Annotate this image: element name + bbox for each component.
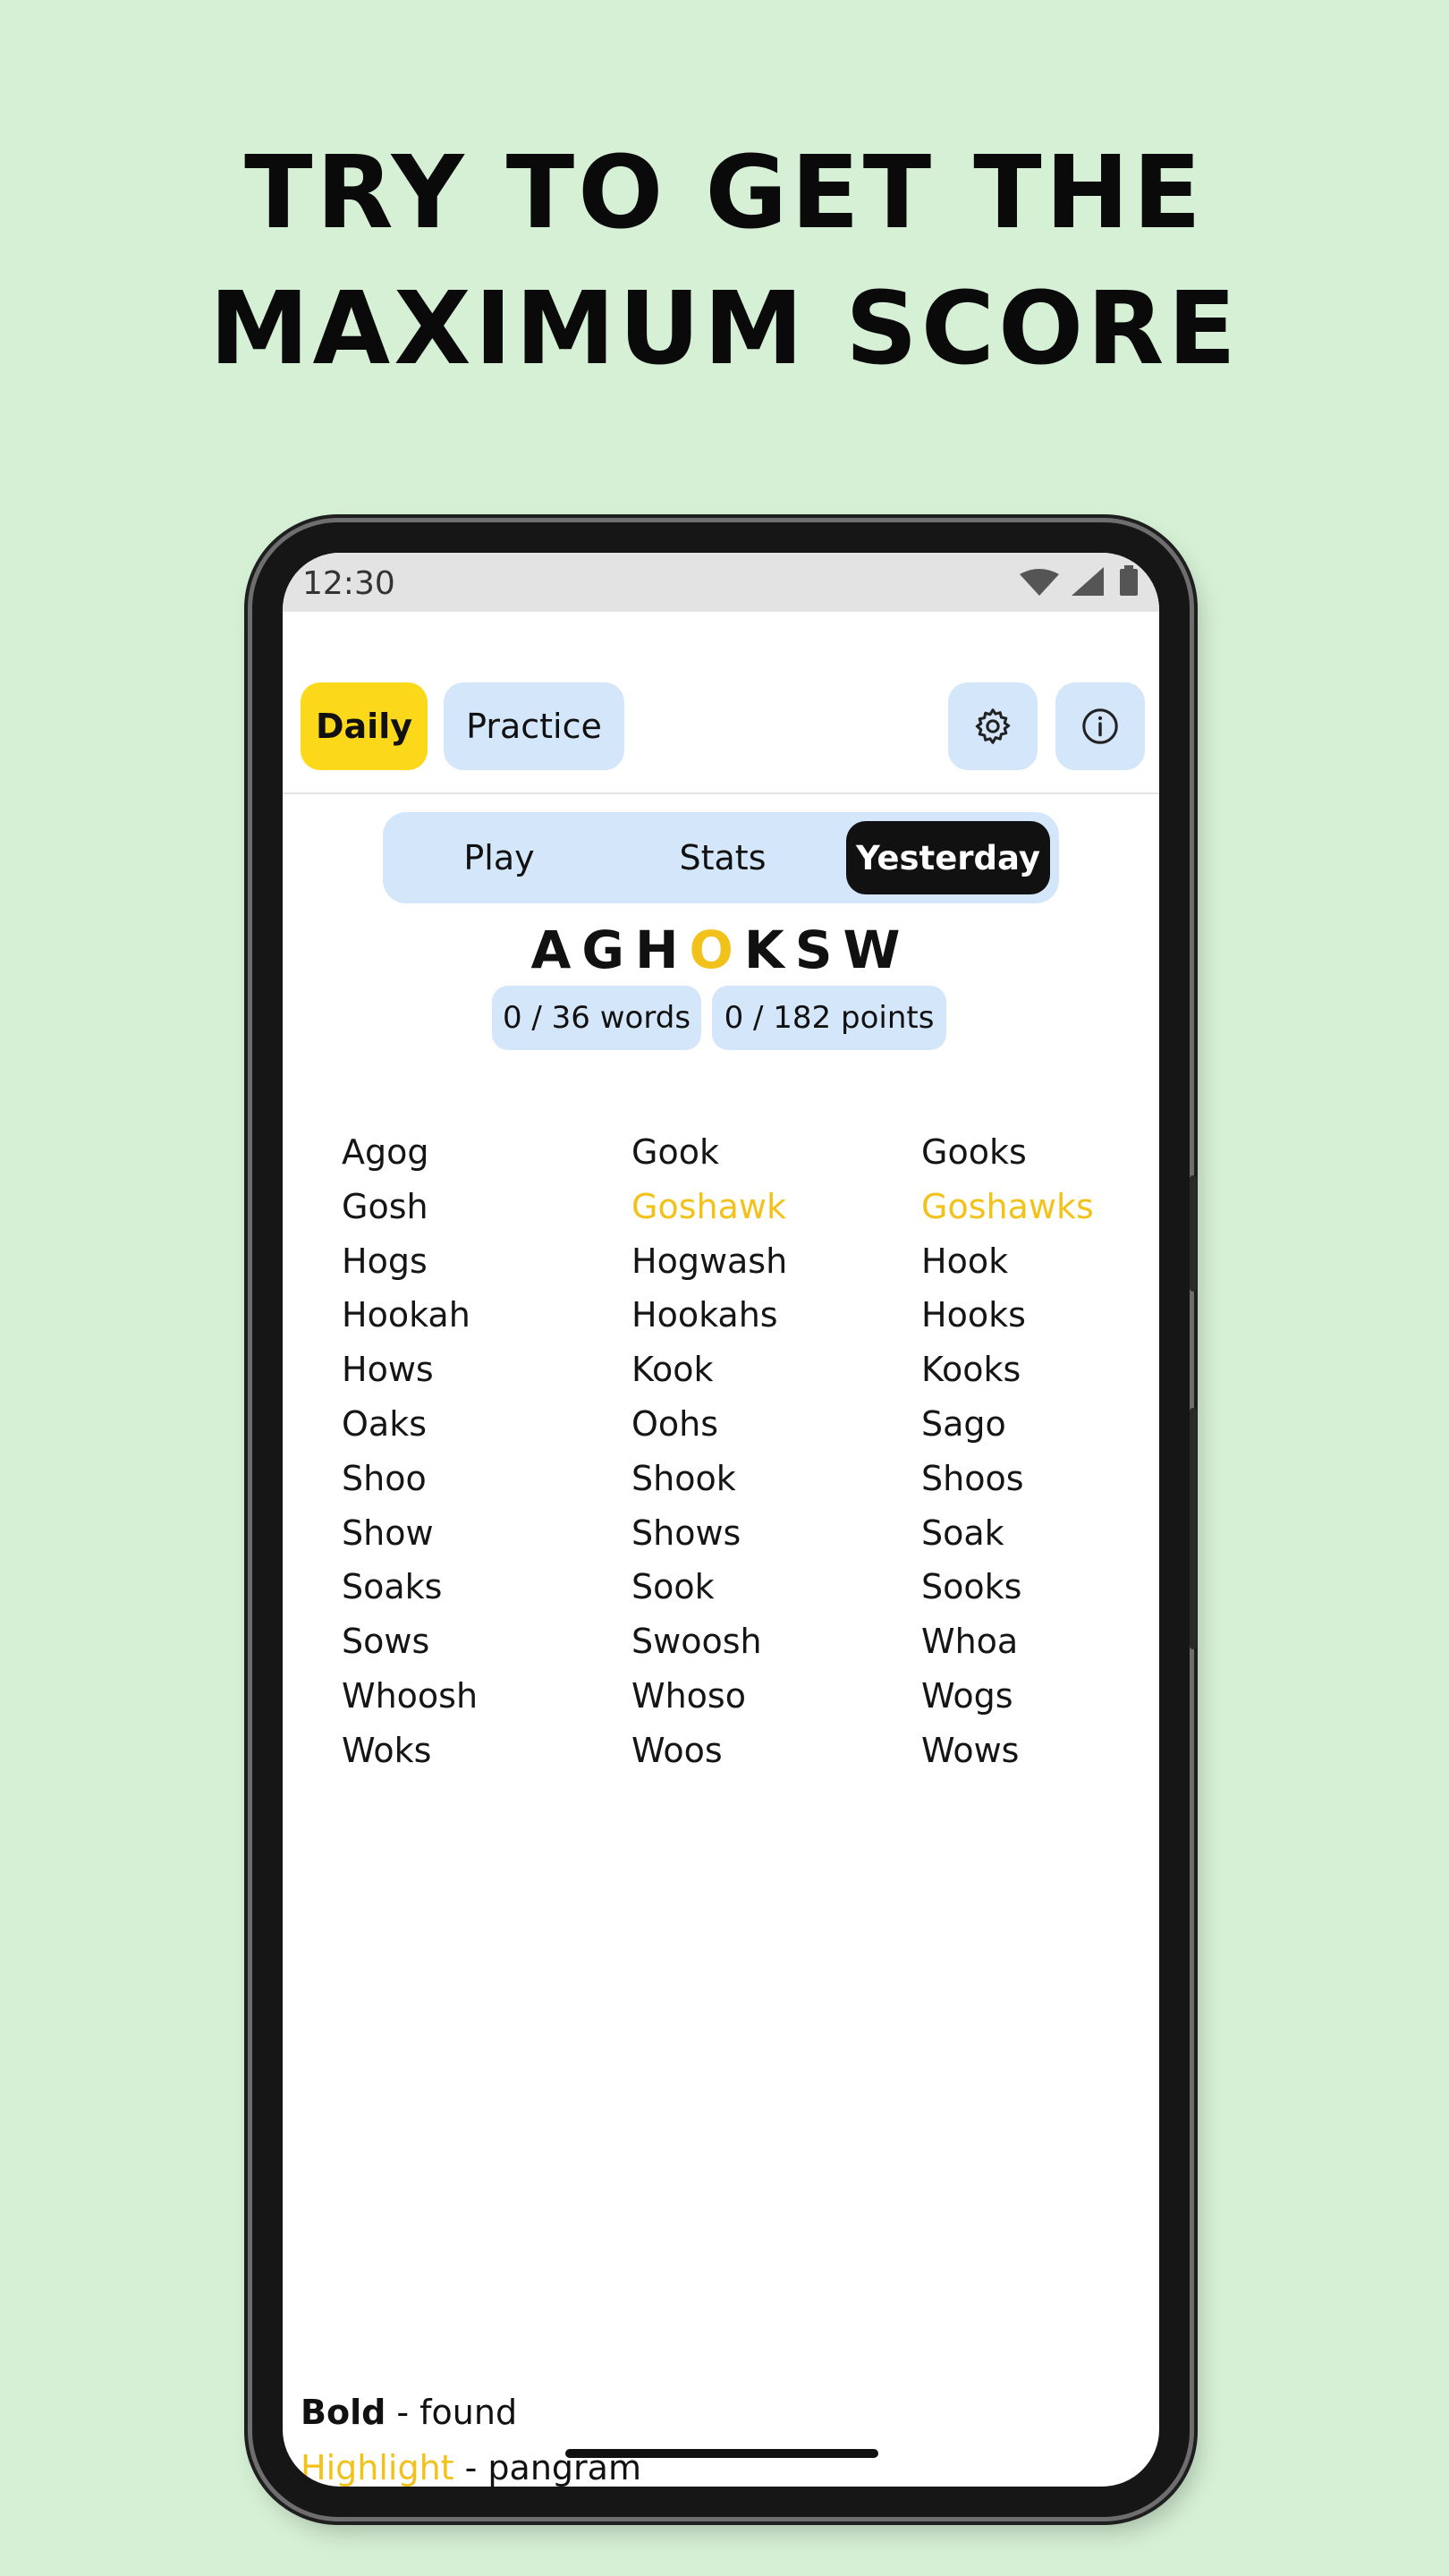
word-item: Hookahs: [631, 1295, 778, 1335]
battery-icon: [1120, 565, 1138, 596]
headline-line-1: TRY TO GET THE: [244, 135, 1205, 251]
word-item: Swoosh: [631, 1622, 762, 1662]
word-item: Agog: [342, 1132, 429, 1172]
legend-bold-term: Bold: [301, 2393, 386, 2432]
letter: W: [843, 919, 911, 980]
word-item: Hogwash: [631, 1241, 788, 1281]
letter: H: [634, 919, 690, 980]
status-icons: [1018, 565, 1143, 601]
word-list: Agog Gook Gooks Gosh Goshawk Goshawks Hogs Hogw…: [342, 1125, 1147, 1778]
wifi-icon: [1020, 569, 1059, 596]
info-button[interactable]: [1055, 682, 1145, 770]
legend-found: Bold - found: [301, 2385, 641, 2440]
letter: S: [794, 919, 843, 980]
word-item: Oaks: [342, 1403, 427, 1444]
word-item: Kooks: [921, 1350, 1021, 1390]
word-item: Sows: [342, 1622, 430, 1662]
nav-divider: [283, 792, 1159, 794]
word-item: Hogs: [342, 1241, 428, 1281]
word-item: Gook: [631, 1132, 719, 1172]
promo-headline: TRY TO GET THE MAXIMUM SCORE: [0, 125, 1449, 397]
signal-icon: [1072, 567, 1104, 596]
power-button: [1190, 1408, 1197, 1649]
word-item: Wogs: [921, 1675, 1013, 1716]
letter: A: [530, 919, 582, 980]
legend-pangram: Highlight - pangram: [301, 2440, 641, 2487]
word-item: Gooks: [921, 1132, 1027, 1172]
daily-button[interactable]: Daily: [301, 682, 428, 770]
word-item: Shoo: [342, 1458, 427, 1498]
word-item: Hookah: [342, 1295, 470, 1335]
word-item: Hows: [342, 1350, 434, 1390]
word-item: Shoos: [921, 1458, 1024, 1498]
word-item: Show: [342, 1513, 434, 1553]
status-bar: 12:30: [283, 553, 1159, 612]
tab-yesterday[interactable]: Yesterday: [846, 821, 1050, 894]
word-item: Sago: [921, 1403, 1006, 1444]
legend-bold-desc: - found: [386, 2393, 518, 2432]
gear-icon: [975, 708, 1011, 744]
word-item: Woos: [631, 1730, 723, 1770]
center-letter: O: [689, 919, 744, 980]
word-item: Woks: [342, 1730, 432, 1770]
view-tabs: Play Stats Yesterday: [383, 812, 1059, 903]
word-item: Whoso: [631, 1675, 746, 1716]
word-item: Oohs: [631, 1403, 719, 1444]
status-time: 12:30: [302, 565, 395, 602]
tab-play[interactable]: Play: [401, 821, 597, 894]
info-icon: [1082, 708, 1118, 744]
word-item: Shows: [631, 1513, 741, 1553]
word-item: Soak: [921, 1513, 1004, 1553]
phone-frame: 12:30 Daily Practice Play Stats Yesterda…: [252, 522, 1197, 2517]
word-item: Shook: [631, 1458, 736, 1498]
tab-stats[interactable]: Stats: [624, 821, 821, 894]
legend: Bold - found Highlight - pangram: [301, 2385, 641, 2487]
practice-button[interactable]: Practice: [444, 682, 624, 770]
word-item: Soaks: [342, 1567, 443, 1607]
words-count-badge: 0 / 36 words: [492, 986, 701, 1050]
word-item: Wows: [921, 1730, 1020, 1770]
legend-highlight-term: Highlight: [301, 2448, 454, 2487]
word-item: Sooks: [921, 1567, 1022, 1607]
settings-button[interactable]: [948, 682, 1038, 770]
home-indicator[interactable]: [565, 2449, 878, 2458]
pangram-word: Goshawks: [921, 1186, 1094, 1226]
word-item: Whoa: [921, 1622, 1019, 1662]
word-item: Kook: [631, 1350, 714, 1390]
word-item: Hooks: [921, 1295, 1026, 1335]
puzzle-letters: AGHOKSW: [283, 919, 1159, 980]
volume-button: [1190, 1175, 1197, 1292]
word-item: Hook: [921, 1241, 1009, 1281]
points-count-badge: 0 / 182 points: [712, 986, 946, 1050]
headline-line-2: MAXIMUM SCORE: [209, 271, 1240, 387]
app-screen: 12:30 Daily Practice Play Stats Yesterda…: [283, 553, 1159, 2487]
word-item: Whoosh: [342, 1675, 479, 1716]
word-item: Gosh: [342, 1186, 428, 1226]
letter: G: [581, 919, 635, 980]
letter: K: [743, 919, 795, 980]
word-item: Sook: [631, 1567, 715, 1607]
pangram-word: Goshawk: [631, 1186, 786, 1226]
